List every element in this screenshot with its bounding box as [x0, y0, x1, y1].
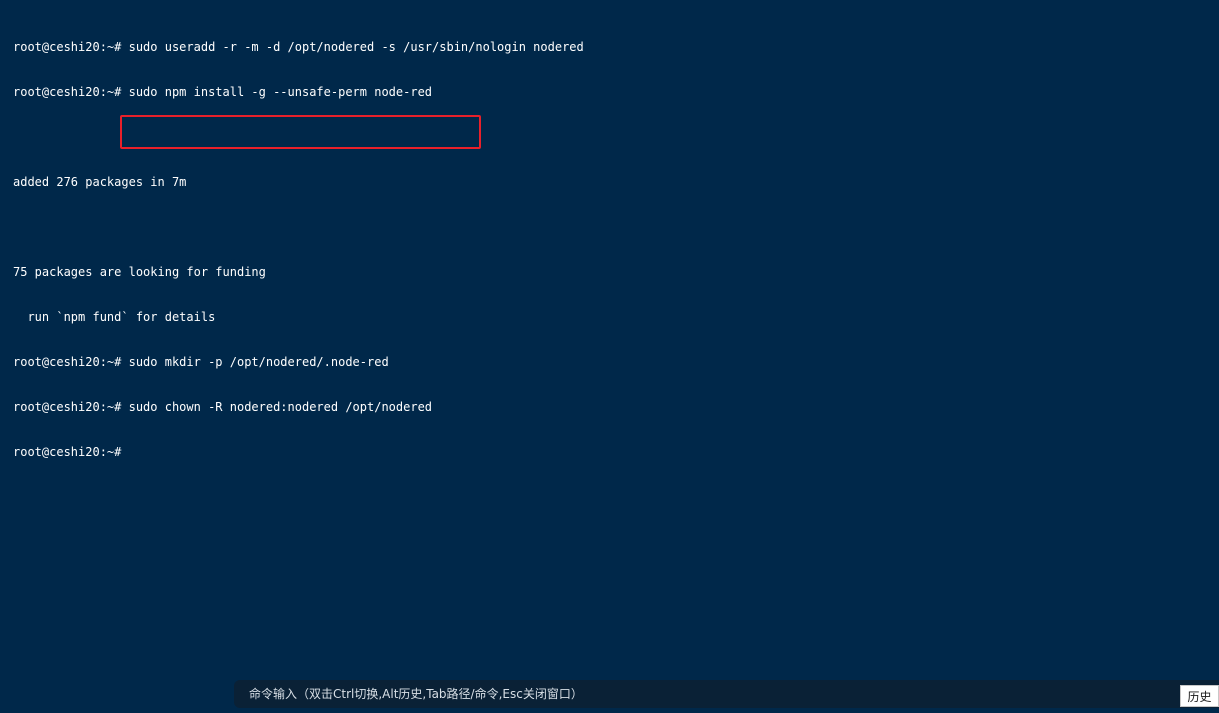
annotation-highlight-box — [120, 115, 481, 149]
terminal-output: root@ceshi20:~# sudo useradd -r -m -d /o… — [13, 10, 584, 490]
terminal-prompt-line[interactable]: root@ceshi20:~# — [13, 445, 584, 460]
command-input-hint: 命令输入（双击Ctrl切换,Alt历史,Tab路径/命令,Esc关闭窗口） — [249, 687, 583, 701]
terminal-line: root@ceshi20:~# sudo npm install -g --un… — [13, 85, 433, 99]
history-button[interactable]: 历史 — [1180, 685, 1219, 707]
terminal-line: run `npm fund` for details — [13, 310, 216, 324]
terminal-window[interactable]: root@ceshi20:~# sudo useradd -r -m -d /o… — [0, 0, 1219, 680]
terminal-line: added 276 packages in 7m — [13, 175, 187, 189]
terminal-line: root@ceshi20:~# sudo useradd -r -m -d /o… — [13, 40, 584, 54]
command-input-bar[interactable]: 命令输入（双击Ctrl切换,Alt历史,Tab路径/命令,Esc关闭窗口） — [234, 680, 1219, 708]
terminal-line: root@ceshi20:~# sudo chown -R nodered:no… — [13, 400, 433, 414]
terminal-line: root@ceshi20:~# sudo mkdir -p /opt/noder… — [13, 355, 389, 369]
terminal-line: 75 packages are looking for funding — [13, 265, 266, 279]
